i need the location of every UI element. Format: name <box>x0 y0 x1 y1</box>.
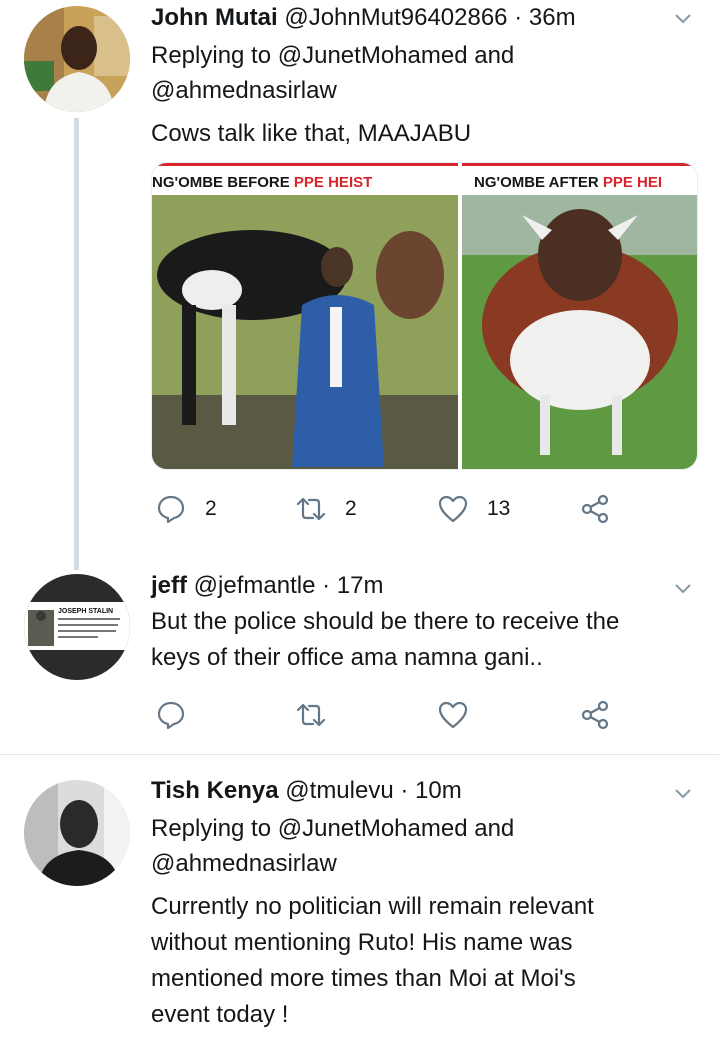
timestamp[interactable]: 17m <box>337 572 384 599</box>
retweet-icon <box>296 497 326 521</box>
share-button[interactable] <box>579 697 611 733</box>
like-button[interactable]: 13 <box>437 491 510 527</box>
chevron-down-icon[interactable] <box>673 783 693 803</box>
user-handle[interactable]: @JohnMut96402866 <box>284 4 507 31</box>
tweet-john-mutai[interactable]: John Mutai @JohnMut96402866 · 36m Replyi… <box>0 0 719 570</box>
heart-icon <box>438 495 468 523</box>
mention-link[interactable]: @ahmednasirlaw <box>151 77 337 104</box>
replying-and: and <box>474 42 515 69</box>
reply-count: 2 <box>205 497 217 520</box>
retweet-button[interactable] <box>295 697 327 733</box>
media-panel-before: NG'OMBE BEFORE PPE HEIST <box>152 163 458 469</box>
avatar[interactable]: JOSEPH STALIN <box>24 574 130 680</box>
timestamp[interactable]: 10m <box>415 777 462 804</box>
media-panel-after: NG'OMBE AFTER PPE HEI <box>462 163 697 469</box>
retweet-count: 2 <box>345 497 357 520</box>
tweet-header: John Mutai @JohnMut96402866 · 36m <box>151 4 576 32</box>
mention-link[interactable]: @JunetMohamed <box>278 42 468 69</box>
separator: · <box>514 4 523 31</box>
thread-line <box>74 118 79 570</box>
separator: · <box>322 572 331 599</box>
avatar-caption-title: JOSEPH STALIN <box>58 608 113 615</box>
tweet-actions: 2 2 13 <box>151 491 621 527</box>
avatar[interactable] <box>24 6 130 112</box>
reply-icon <box>157 495 185 524</box>
tweet-header: Tish Kenya @tmulevu · 10m <box>151 777 462 805</box>
tweet-actions <box>151 697 621 733</box>
media-title-before: NG'OMBE BEFORE PPE HEIST <box>152 163 458 195</box>
share-button[interactable] <box>579 491 611 527</box>
separator: · <box>400 777 409 804</box>
mention-link[interactable]: @JunetMohamed <box>278 815 468 842</box>
like-count: 13 <box>487 497 511 520</box>
tweet-tish-kenya[interactable]: Tish Kenya @tmulevu · 10m Replying to @J… <box>0 755 719 1037</box>
replying-to: Replying to @JunetMohamed and @ahmednasi… <box>151 811 514 881</box>
retweet-button[interactable]: 2 <box>295 491 357 527</box>
reply-button[interactable]: 2 <box>155 491 217 527</box>
heart-icon <box>438 701 468 729</box>
display-name[interactable]: John Mutai <box>151 4 278 31</box>
tweet-image[interactable]: NG'OMBE BEFORE PPE HEIST NG'OMBE AFTER P… <box>151 162 698 470</box>
after-illustration <box>462 195 697 469</box>
chevron-down-icon[interactable] <box>673 578 693 598</box>
tweet-text: Currently no politician will remain rele… <box>151 893 594 1028</box>
display-name[interactable]: jeff <box>151 572 187 599</box>
replying-to: Replying to @JunetMohamed and @ahmednasi… <box>151 38 514 108</box>
user-handle[interactable]: @jefmantle <box>194 572 316 599</box>
share-icon <box>581 494 609 524</box>
share-icon <box>581 700 609 730</box>
replying-prefix: Replying to <box>151 815 272 842</box>
avatar[interactable] <box>24 780 130 886</box>
tweet-text: Cows talk like that, MAAJABU <box>151 120 472 147</box>
reply-button[interactable] <box>155 697 187 733</box>
before-illustration <box>152 195 458 469</box>
timestamp[interactable]: 36m <box>529 4 576 31</box>
like-button[interactable] <box>437 697 469 733</box>
tweet-jeff[interactable]: JOSEPH STALIN jeff @jefmantle · 17m But … <box>0 560 719 754</box>
replying-and: and <box>474 815 515 842</box>
tweet-header: jeff @jefmantle · 17m <box>151 572 383 600</box>
display-name[interactable]: Tish Kenya <box>151 777 279 804</box>
tweet-text: But the police should be there to receiv… <box>151 608 620 671</box>
reply-icon <box>157 701 185 730</box>
retweet-icon <box>296 703 326 727</box>
media-title-after: NG'OMBE AFTER PPE HEI <box>462 163 697 195</box>
chevron-down-icon[interactable] <box>673 8 693 28</box>
replying-prefix: Replying to <box>151 42 272 69</box>
user-handle[interactable]: @tmulevu <box>285 777 393 804</box>
mention-link[interactable]: @ahmednasirlaw <box>151 850 337 877</box>
